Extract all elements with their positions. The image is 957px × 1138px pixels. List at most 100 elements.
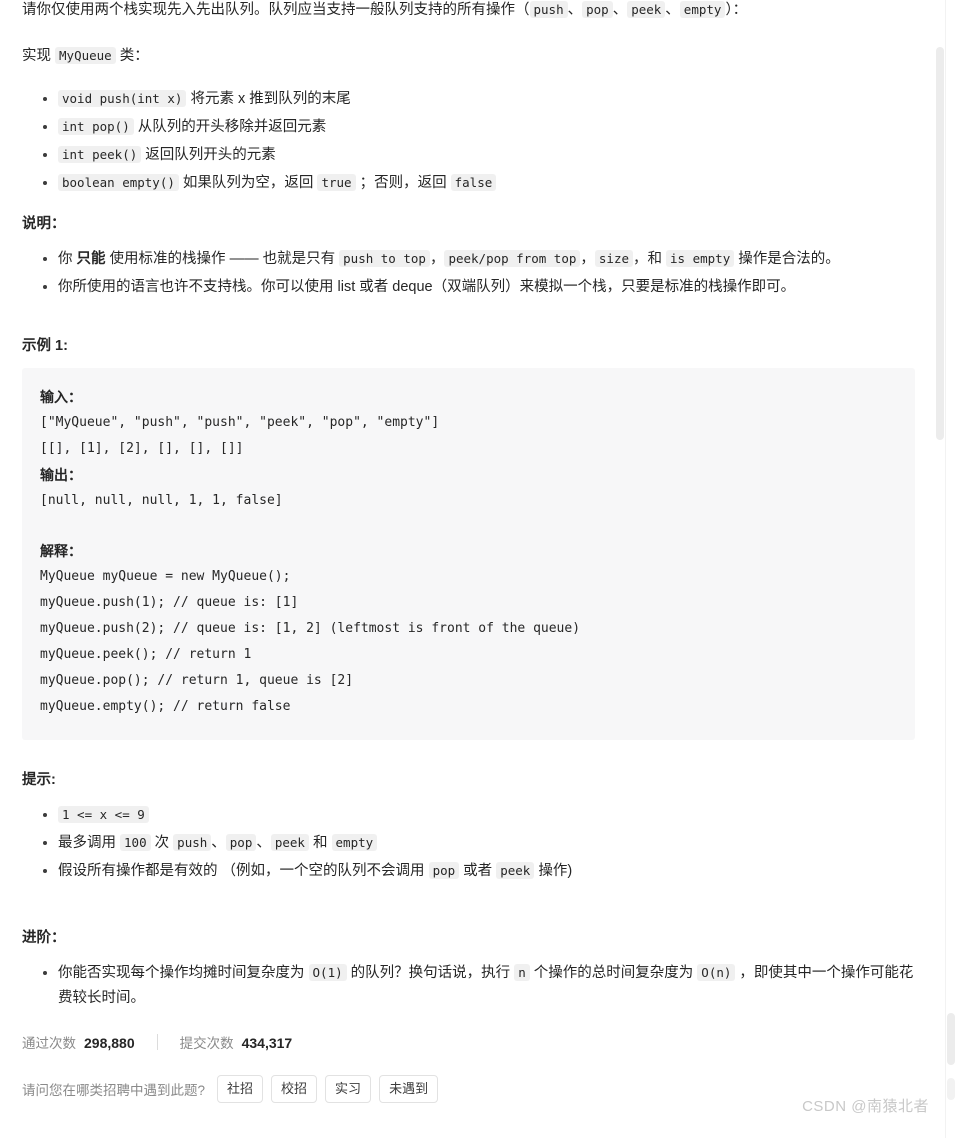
inline-code-myqueue: MyQueue <box>55 47 116 64</box>
problem-intro: 请你仅使用两个栈实现先入先出队列。队列应当支持一般队列支持的所有操作（ push、… <box>22 0 915 22</box>
advanced-c: 个操作的总时间复杂度为 <box>529 965 698 981</box>
submissions-stat[interactable]: 提交次数 434,317 <box>180 1032 293 1052</box>
method-desc-push: 将元素 x 推到队列的末尾 <box>190 91 351 107</box>
method-desc-peek: 返回队列开头的元素 <box>145 147 276 163</box>
outer-scrollbar-track[interactable] <box>945 0 957 1138</box>
inline-code-peek-pop-from-top: peek/pop from top <box>444 250 581 267</box>
method-desc-empty-b: ；否则，返回 <box>359 175 447 191</box>
hint-valid-a: 假设所有操作都是有效的 （例如，一个空的队列不会调用 <box>58 863 429 879</box>
outer-scrollbar-thumb[interactable] <box>947 1013 955 1065</box>
implement-after: 类： <box>119 48 149 64</box>
inline-code-is-empty: is empty <box>666 250 735 267</box>
intro-suffix: ）： <box>725 2 748 18</box>
hint-calls-a: 最多调用 <box>58 835 121 851</box>
inline-code-valid-peek: peek <box>496 862 535 879</box>
note-d: 操作是合法的。 <box>734 251 840 267</box>
hint-calls-c: 和 <box>308 835 332 851</box>
hint-calls-b: 次 <box>150 835 174 851</box>
method-list: void push(int x) 将元素 x 推到队列的末尾 int pop()… <box>22 86 915 196</box>
example-explain-line-2: myQueue.push(2); // queue is: [1, 2] (le… <box>40 621 581 636</box>
note-emphasis: 只能 <box>76 251 106 267</box>
poll-option-campus[interactable]: 校招 <box>271 1075 318 1103</box>
inline-code-100: 100 <box>120 834 151 851</box>
hint-valid-c: 操作) <box>534 863 573 879</box>
note-item-language: 你所使用的语言也许不支持栈。你可以使用 list 或者 deque（双端队列）来… <box>58 274 915 300</box>
outer-scrollbar-thumb-secondary[interactable] <box>947 1078 955 1100</box>
example-explain-label: 解释： <box>40 543 82 559</box>
inline-code-x-range: 1 <= x <= 9 <box>58 806 149 823</box>
problem-description-panel: 请你仅使用两个栈实现先入先出队列。队列应当支持一般队列支持的所有操作（ push、… <box>0 0 957 1138</box>
inline-code-false: false <box>450 174 497 191</box>
advanced-title: 进阶： <box>22 930 66 946</box>
hints-list: 1 <= x <= 9 最多调用 100 次 push、pop、peek 和 e… <box>22 802 915 884</box>
implement-line: 实现 MyQueue 类： <box>22 44 915 68</box>
example-input-label: 输入： <box>40 389 82 405</box>
note-b: 使用标准的栈操作 —— 也就是只有 <box>105 251 340 267</box>
hint-item-calls: 最多调用 100 次 push、pop、peek 和 empty <box>58 830 915 856</box>
hint-item-range: 1 <= x <= 9 <box>58 802 915 828</box>
poll-option-internship[interactable]: 实习 <box>325 1075 372 1103</box>
inline-code-hint-peek: peek <box>270 834 309 851</box>
example-explain-line-1: myQueue.push(1); // queue is: [1] <box>40 595 299 610</box>
hint-sep-2: 、 <box>256 835 271 851</box>
inline-code-size: size <box>594 250 633 267</box>
submissions-label: 提交次数 <box>179 1036 234 1051</box>
hint-valid-b: 或者 <box>459 863 497 879</box>
inner-scrollbar-thumb[interactable] <box>936 47 944 440</box>
inline-code-o1: O(1) <box>308 964 347 981</box>
poll-question: 请问您在哪类招聘中遇到此题? <box>22 1083 206 1098</box>
inline-code-push-to-top: push to top <box>339 250 430 267</box>
poll-option-social[interactable]: 社招 <box>217 1075 264 1103</box>
inline-code-peek: peek <box>627 1 666 18</box>
inline-code-method-push: void push(int x) <box>58 90 187 107</box>
accepted-value: 298,880 <box>84 1035 135 1051</box>
inline-code-hint-empty: empty <box>331 834 378 851</box>
problem-content: 请你仅使用两个栈实现先入先出队列。队列应当支持一般队列支持的所有操作（ push、… <box>0 0 957 1011</box>
advanced-b: 的队列？换句话说，执行 <box>346 965 515 981</box>
accepted-stat[interactable]: 通过次数 298,880 <box>22 1032 135 1052</box>
inline-code-method-empty: boolean empty() <box>58 174 179 191</box>
note-item-standard-ops: 你 只能 使用标准的栈操作 —— 也就是只有 push to top，peek/… <box>58 246 915 272</box>
example-output-label: 输出： <box>40 467 82 483</box>
inline-code-pop: pop <box>582 1 613 18</box>
intro-prefix: 请你仅使用两个栈实现先入先出队列。队列应当支持一般队列支持的所有操作（ <box>22 2 530 18</box>
inline-code-valid-pop: pop <box>428 862 460 879</box>
example-explain-line-4: myQueue.pop(); // return 1, queue is [2] <box>40 673 354 688</box>
example-input-line-0: ["MyQueue", "push", "push", "peek", "pop… <box>40 415 440 430</box>
inline-code-true: true <box>317 174 356 191</box>
accepted-label: 通过次数 <box>22 1036 76 1051</box>
list-item-empty: boolean empty() 如果队列为空，返回 true ；否则，返回 fa… <box>58 170 915 196</box>
example-code-block: 输入： ["MyQueue", "push", "push", "peek", … <box>22 368 915 740</box>
stats-divider <box>156 1034 158 1050</box>
example-explain-line-3: myQueue.peek(); // return 1 <box>40 647 252 662</box>
advanced-item: 你能否实现每个操作均摊时间复杂度为 O(1) 的队列？换句话说，执行 n 个操作… <box>58 960 915 1011</box>
advanced-list: 你能否实现每个操作均摊时间复杂度为 O(1) 的队列？换句话说，执行 n 个操作… <box>22 960 915 1011</box>
intro-sep-1: 、 <box>567 2 583 18</box>
inline-code-hint-pop: pop <box>225 834 257 851</box>
poll-option-none[interactable]: 未遇到 <box>379 1075 439 1103</box>
advanced-a: 你能否实现每个操作均摊时间复杂度为 <box>58 965 309 981</box>
notes-title: 说明： <box>22 216 66 232</box>
list-item-pop: int pop() 从队列的开头移除并返回元素 <box>58 114 915 140</box>
intro-sep-2: 、 <box>612 2 628 18</box>
example-title: 示例 1: <box>22 338 68 354</box>
inline-code-on: O(n) <box>697 964 736 981</box>
inline-code-method-pop: int pop() <box>58 118 134 135</box>
list-item-push: void push(int x) 将元素 x 推到队列的末尾 <box>58 86 915 112</box>
hints-title: 提示: <box>22 772 56 788</box>
list-item-peek: int peek() 返回队列开头的元素 <box>58 142 915 168</box>
submissions-value: 434,317 <box>241 1035 293 1051</box>
example-explain-line-5: myQueue.empty(); // return false <box>40 699 291 714</box>
note-a: 你 <box>58 251 77 267</box>
note-c: ，和 <box>633 251 667 267</box>
csdn-watermark: CSDN @南猿北者 <box>802 1098 929 1115</box>
method-desc-pop: 从队列的开头移除并返回元素 <box>137 119 327 135</box>
method-desc-empty-a: 如果队列为空，返回 <box>182 175 314 191</box>
example-explain-line-0: MyQueue myQueue = new MyQueue(); <box>40 569 291 584</box>
implement-before: 实现 <box>22 48 51 64</box>
inline-code-empty: empty <box>679 1 726 18</box>
inline-code-n: n <box>514 964 530 981</box>
inline-code-hint-push: push <box>173 834 212 851</box>
stats-row: 通过次数 298,880 提交次数 434,317 <box>0 1029 957 1055</box>
hint-sep-1: 、 <box>211 835 226 851</box>
